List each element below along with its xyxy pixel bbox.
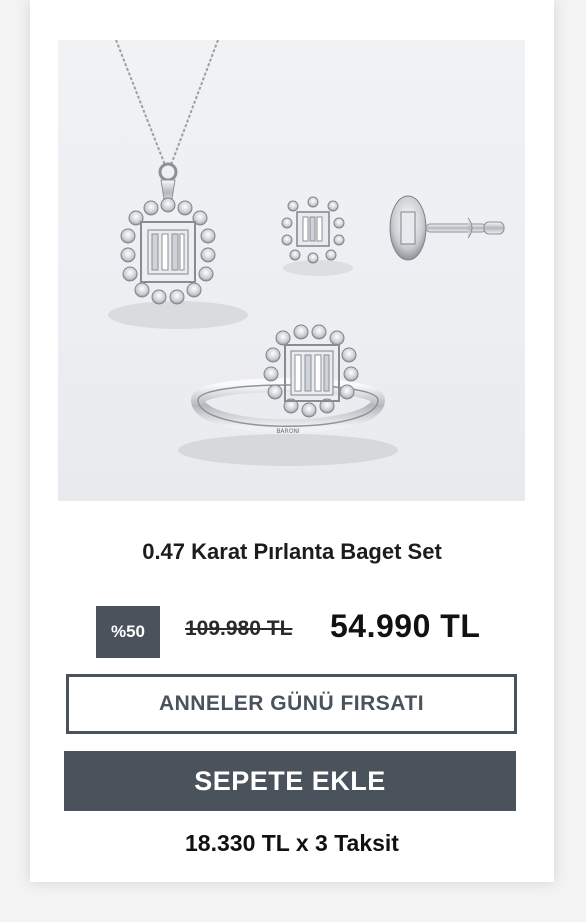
svg-text:BARONI: BARONI bbox=[276, 428, 300, 435]
product-card: BARONI 0.47 Karat Pırlanta Baget Set %50… bbox=[30, 0, 554, 882]
add-to-cart-button[interactable]: SEPETE EKLE bbox=[64, 751, 516, 811]
product-image[interactable]: BARONI bbox=[58, 40, 525, 501]
installment-info: 18.330 TL x 3 Taksit bbox=[185, 830, 399, 856]
campaign-label: ANNELER GÜNÜ FIRSATI bbox=[66, 674, 517, 734]
product-title[interactable]: 0.47 Karat Pırlanta Baget Set bbox=[30, 539, 554, 565]
current-price: 54.990 TL bbox=[330, 608, 481, 644]
old-price: 109.980 TL bbox=[185, 617, 293, 640]
discount-badge: %50 bbox=[96, 606, 160, 658]
